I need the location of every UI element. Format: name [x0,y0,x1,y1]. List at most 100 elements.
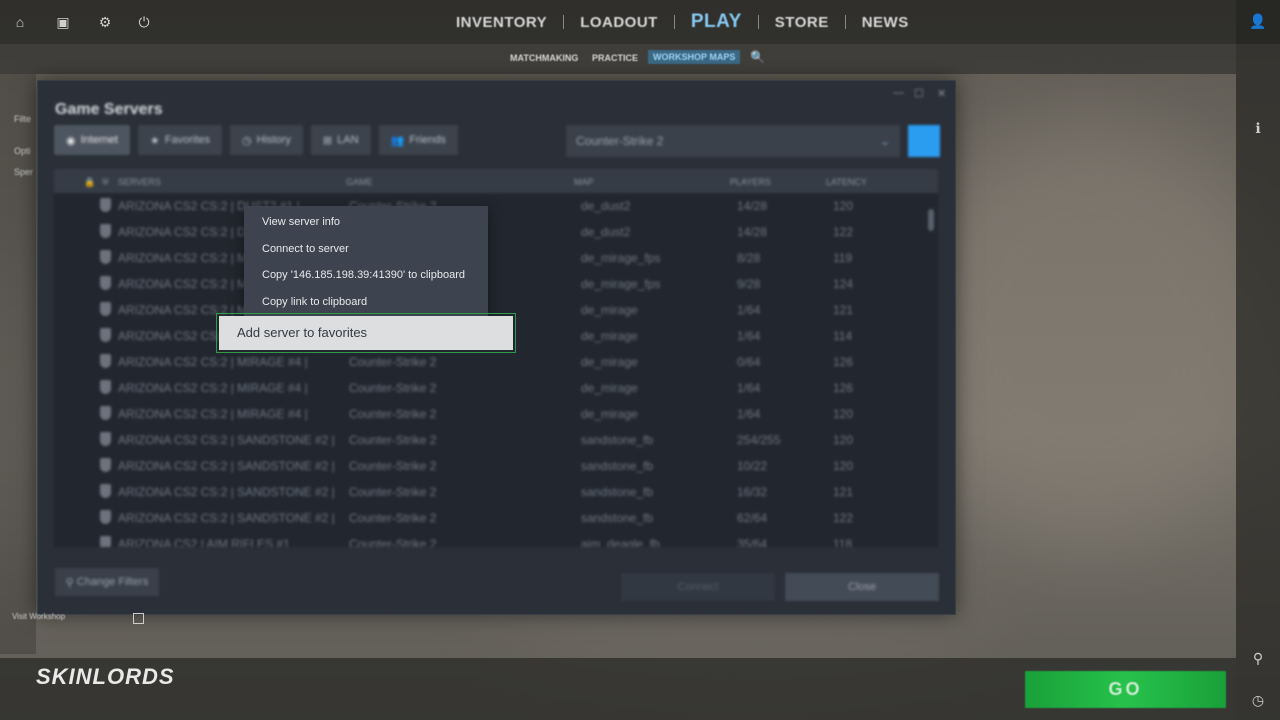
nav-news[interactable]: NEWS [846,14,925,31]
change-filters-button[interactable]: ⚲ Change Filters [55,568,159,596]
main-nav: INVENTORY LOADOUT PLAY STORE NEWS [440,0,925,44]
cell-players: 62/64 [737,511,768,525]
cell-map: de_mirage [581,381,638,395]
table-row[interactable]: ARIZONA CS2 CS:2 | SANDSTONE #2 | Counter… [54,479,926,505]
subnav-practice[interactable]: PRACTICE [592,53,638,63]
maximize-icon[interactable]: ☐ [914,87,924,100]
left-panel-text: Opti [14,146,31,156]
tab-friends[interactable]: 👥 Friends [378,125,458,155]
subnav-matchmaking[interactable]: MATCHMAKING [510,53,578,63]
cell-map: de_mirage [581,355,638,369]
cell-players: 254/255 [737,433,781,447]
info-icon[interactable]: ℹ [1248,118,1268,138]
col-latency[interactable]: LATENCY [826,177,867,187]
nav-loadout[interactable]: LOADOUT [564,14,674,31]
close-button[interactable]: Close [785,573,939,601]
col-players[interactable]: PLAYERS [730,177,771,187]
shield-icon [100,406,111,420]
power-icon[interactable]: ⏻ [134,12,154,32]
menu-connect-to-server[interactable]: Connect to server [262,243,349,255]
server-tabs: ◉ Internet ★ Favorites ◷ History ⊞ LAN 👥 Frie… [54,125,458,155]
cell-players: 10/22 [737,459,768,473]
cell-map: sandstone_fb [581,433,654,447]
tab-favorites[interactable]: ★ Favorites [137,125,223,155]
refresh-button[interactable] [908,125,940,157]
tv-icon[interactable]: ▣ [53,12,73,32]
cell-latency: 120 [833,199,854,213]
cell-players: 0/64 [737,355,761,369]
game-select[interactable]: Counter-Strike 2 ⌄ [566,125,900,157]
tab-internet[interactable]: ◉ Internet [54,125,130,155]
left-panel-text: Filte [14,114,32,124]
chevron-down-icon: ⌄ [879,134,890,148]
cell-players: 1/64 [737,329,761,343]
cell-latency: 124 [833,277,854,291]
scrollbar[interactable] [928,209,934,231]
cell-game: Counter-Strike 2 [349,407,437,421]
connect-button[interactable]: Connect [621,573,775,601]
cell-latency: 121 [833,485,854,499]
cell-players: 1/64 [737,407,761,421]
clock-icon[interactable]: ◷ [1248,690,1268,710]
shield-icon [100,510,111,524]
table-row[interactable]: ARIZONA CS2 | AIM RIFLES #1 Counter-Strik… [54,531,926,547]
table-row[interactable]: ARIZONA CS2 CS:2 | SANDSTONE #2 | Counter… [54,505,926,531]
table-row[interactable]: ARIZONA CS2 CS:2 | MIRAGE #4 | Counter-St… [54,401,926,427]
shield-icon [100,328,111,342]
cell-players: 8/28 [737,251,761,265]
home-icon[interactable]: ⌂ [10,12,30,32]
cell-server: ARIZONA CS2 CS:2 | SANDSTONE #2 | [118,485,335,499]
cell-server: ARIZONA CS2 CS:2 | MIRAGE #4 | [118,355,308,369]
tab-lan[interactable]: ⊞ LAN [310,125,371,155]
tab-label: History [256,134,291,146]
menu-view-server-info[interactable]: View server info [262,216,340,228]
cell-players: 14/28 [737,225,768,239]
close-icon[interactable]: ✕ [937,87,946,100]
tab-label: Favorites [164,134,211,146]
cell-players: 9/28 [737,277,761,291]
table-row[interactable]: ARIZONA CS2 CS:2 | DUST2 #2 |Counter-Str… [54,219,926,245]
table-row[interactable]: ARIZONA CS2 CS:2 | MIRAGE #1 |Counter-St… [54,245,926,271]
cell-latency: 120 [833,433,854,447]
shield-icon [100,224,111,238]
subnav-workshop-maps[interactable]: WORKSHOP MAPS [648,50,741,64]
cell-map: aim_deagle_fb [581,537,660,547]
search-icon[interactable]: 🔍 [750,50,765,64]
go-button[interactable]: GO [1025,671,1226,708]
cell-server: ARIZONA CS2 CS:2 | SANDSTONE #2 | [118,433,335,447]
cell-map: de_mirage_fps [581,277,661,291]
tab-history[interactable]: ◷ History [230,125,303,155]
menu-copy-link[interactable]: Copy link to clipboard [262,296,367,308]
visit-workshop-checkbox[interactable] [133,613,144,624]
context-menu: View server info Connect to server Copy … [244,206,488,316]
menu-copy-address[interactable]: Copy '146.185.198.39:41390' to clipboard [262,269,465,281]
tab-label: LAN [337,134,359,146]
cell-players: 1/64 [737,303,761,317]
nav-inventory[interactable]: INVENTORY [440,14,563,31]
profile-icon[interactable]: 👤 [1248,11,1268,31]
menu-add-to-favorites[interactable]: Add server to favorites [219,316,513,350]
highlight-frame: Add server to favorites [216,313,516,353]
star-icon: ★ [149,134,160,147]
antenna-icon[interactable]: ⚲ [1248,648,1268,668]
gear-icon[interactable]: ⚙ [95,12,115,32]
cell-map: sandstone_fb [581,511,654,525]
table-row[interactable]: ARIZONA CS2 CS:2 | MIRAGE #4 | Counter-St… [54,375,926,401]
nav-store[interactable]: STORE [759,14,845,31]
cell-server: ARIZONA CS2 CS:2 | MIRAGE #4 | [118,407,308,421]
col-game[interactable]: GAME [346,177,373,187]
cell-latency: 122 [833,225,854,239]
table-row[interactable]: ARIZONA CS2 CS:2 | DUST2 #1 |Counter-Str… [54,193,926,219]
left-panel: Filte Opti Sper [0,74,36,654]
col-map[interactable]: MAP [574,177,594,187]
top-nav-bar: ⌂ ▣ ⚙ ⏻ INVENTORY LOADOUT PLAY STORE NEW… [0,0,1280,44]
table-row[interactable]: ARIZONA CS2 CS:2 | SANDSTONE #2 | Counter… [54,453,926,479]
minimize-icon[interactable]: — [893,87,904,99]
table-row[interactable]: ARIZONA CS2 CS:2 | MIRAGE #2 |Counter-St… [54,271,926,297]
col-servers[interactable]: SERVERS [118,177,161,187]
globe-icon: ◉ [66,134,76,147]
cell-game: Counter-Strike 2 [349,537,437,547]
table-row[interactable]: ARIZONA CS2 CS:2 | SANDSTONE #2 | Counter… [54,427,926,453]
cell-latency: 122 [833,511,854,525]
nav-play[interactable]: PLAY [675,11,758,33]
